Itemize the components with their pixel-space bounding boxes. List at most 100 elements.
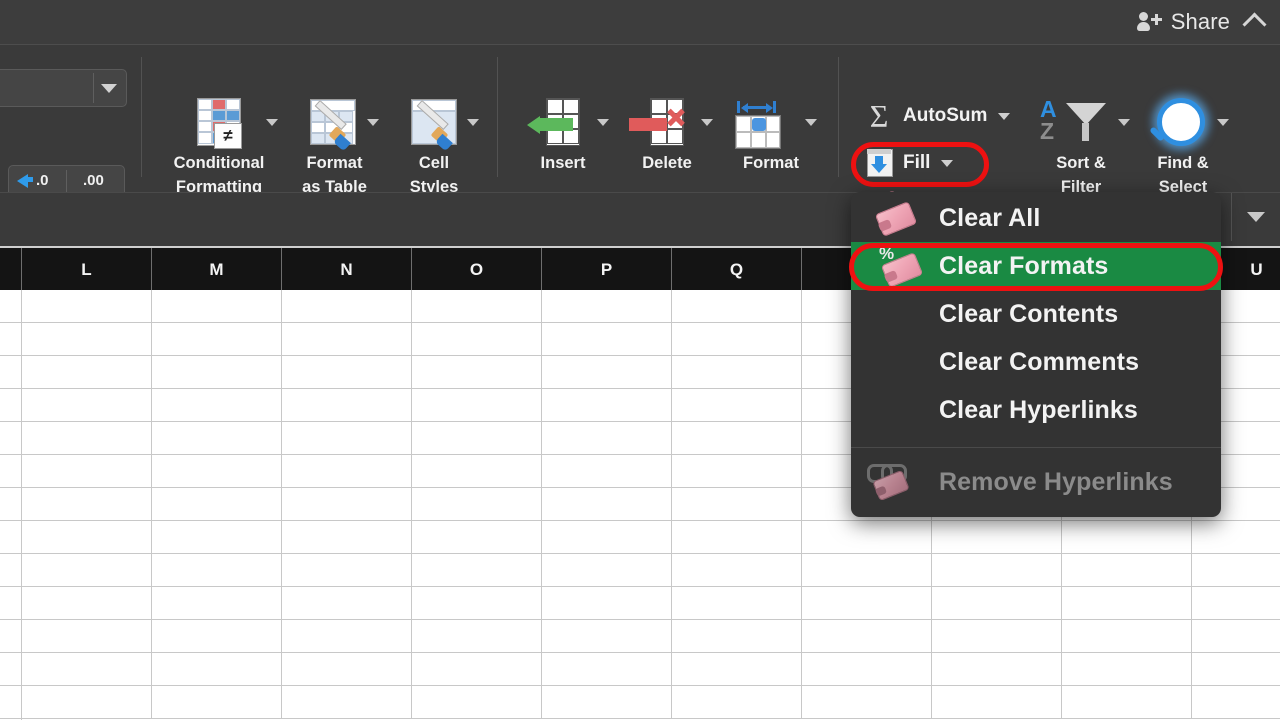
grid-cell[interactable] <box>152 653 282 686</box>
grid-cell[interactable] <box>282 620 412 653</box>
grid-cell[interactable] <box>152 323 282 356</box>
row-header[interactable] <box>0 356 22 389</box>
menu-item-clear-comments[interactable]: Clear Comments <box>851 338 1221 386</box>
grid-cell[interactable] <box>22 290 152 323</box>
share-button[interactable]: Share <box>1136 9 1230 35</box>
chevron-down-icon[interactable] <box>467 119 479 126</box>
grid-cell[interactable] <box>282 587 412 620</box>
chevron-down-icon[interactable] <box>998 112 1011 120</box>
grid-cell[interactable] <box>672 290 802 323</box>
grid-cell[interactable] <box>802 521 932 554</box>
grid-cell[interactable] <box>542 686 672 719</box>
grid-cell[interactable] <box>542 356 672 389</box>
autosum-button[interactable]: Σ AutoSum <box>864 100 1011 132</box>
grid-cell[interactable] <box>282 455 412 488</box>
grid-cell[interactable] <box>282 422 412 455</box>
grid-cell[interactable] <box>412 323 542 356</box>
grid-cell[interactable] <box>412 620 542 653</box>
grid-cell[interactable] <box>22 323 152 356</box>
column-header-p[interactable]: P <box>542 248 672 291</box>
chevron-down-icon[interactable] <box>805 119 817 126</box>
grid-cell[interactable] <box>152 554 282 587</box>
column-header-n[interactable]: N <box>282 248 412 291</box>
grid-cell[interactable] <box>152 488 282 521</box>
grid-cell[interactable] <box>282 323 412 356</box>
grid-cell[interactable] <box>412 653 542 686</box>
grid-cell[interactable] <box>22 422 152 455</box>
grid-cell[interactable] <box>802 653 932 686</box>
grid-cell[interactable] <box>1062 554 1192 587</box>
grid-cell[interactable] <box>672 323 802 356</box>
grid-cell[interactable] <box>152 356 282 389</box>
grid-cell[interactable] <box>932 686 1062 719</box>
row-header[interactable] <box>0 455 22 488</box>
menu-item-clear-hyperlinks[interactable]: Clear Hyperlinks <box>851 386 1221 434</box>
grid-cell[interactable] <box>932 554 1062 587</box>
menu-item-clear-formats[interactable]: % Clear Formats <box>851 242 1221 290</box>
chevron-down-icon[interactable] <box>941 159 954 167</box>
column-header-l[interactable]: L <box>22 248 152 291</box>
grid-cell[interactable] <box>412 554 542 587</box>
grid-cell[interactable] <box>932 521 1062 554</box>
grid-cell[interactable] <box>1062 620 1192 653</box>
grid-cell[interactable] <box>1062 653 1192 686</box>
column-header-q[interactable]: Q <box>672 248 802 291</box>
chevron-down-icon[interactable] <box>1217 119 1229 126</box>
grid-cell[interactable] <box>282 554 412 587</box>
delete-cells-button[interactable]: Delete <box>617 97 717 175</box>
grid-cell[interactable] <box>22 389 152 422</box>
grid-cell[interactable] <box>542 587 672 620</box>
grid-cell[interactable] <box>152 422 282 455</box>
format-as-table-button[interactable]: Format as Table <box>287 97 382 199</box>
grid-cell[interactable] <box>22 653 152 686</box>
grid-cell[interactable] <box>672 653 802 686</box>
grid-cell[interactable] <box>542 323 672 356</box>
grid-cell[interactable] <box>152 521 282 554</box>
grid-cell[interactable] <box>1062 686 1192 719</box>
grid-cell[interactable] <box>672 587 802 620</box>
row-header[interactable] <box>0 653 22 686</box>
menu-item-clear-contents[interactable]: Clear Contents <box>851 290 1221 338</box>
chevron-down-icon[interactable] <box>1118 119 1130 126</box>
grid-cell[interactable] <box>22 521 152 554</box>
grid-cell[interactable] <box>542 521 672 554</box>
grid-cell[interactable] <box>412 587 542 620</box>
grid-cell[interactable] <box>672 488 802 521</box>
row-header[interactable] <box>0 554 22 587</box>
row-header[interactable] <box>0 686 22 719</box>
column-header-partial[interactable] <box>0 248 22 291</box>
grid-cell[interactable] <box>672 356 802 389</box>
sort-filter-button[interactable]: A Z Sort & Filter <box>1030 97 1132 199</box>
format-cells-button[interactable]: Format <box>721 97 821 175</box>
grid-cell[interactable] <box>802 554 932 587</box>
grid-cell[interactable] <box>802 620 932 653</box>
grid-cell[interactable] <box>542 389 672 422</box>
row-header[interactable] <box>0 587 22 620</box>
row-header[interactable] <box>0 290 22 323</box>
grid-cell[interactable] <box>282 290 412 323</box>
find-select-button[interactable]: Find & Select <box>1135 97 1231 199</box>
grid-cell[interactable] <box>542 554 672 587</box>
chevron-down-icon[interactable] <box>597 119 609 126</box>
cell-styles-button[interactable]: Cell Styles <box>389 97 479 199</box>
grid-cell[interactable] <box>542 290 672 323</box>
menu-item-clear-all[interactable]: Clear All <box>851 194 1221 242</box>
grid-cell[interactable] <box>932 620 1062 653</box>
clear-dropdown-menu[interactable]: Clear All % Clear Formats Clear Contents… <box>851 192 1221 517</box>
grid-cell[interactable] <box>542 620 672 653</box>
grid-cell[interactable] <box>22 620 152 653</box>
grid-cell[interactable] <box>672 521 802 554</box>
grid-cell[interactable] <box>672 389 802 422</box>
grid-cell[interactable] <box>22 686 152 719</box>
grid-cell[interactable] <box>1192 653 1280 686</box>
grid-cell[interactable] <box>412 488 542 521</box>
grid-cell[interactable] <box>1192 686 1280 719</box>
grid-cell[interactable] <box>282 356 412 389</box>
grid-cell[interactable] <box>1062 587 1192 620</box>
grid-cell[interactable] <box>412 455 542 488</box>
grid-cell[interactable] <box>412 356 542 389</box>
grid-cell[interactable] <box>672 686 802 719</box>
grid-cell[interactable] <box>1192 521 1280 554</box>
grid-cell[interactable] <box>412 422 542 455</box>
grid-cell[interactable] <box>412 290 542 323</box>
